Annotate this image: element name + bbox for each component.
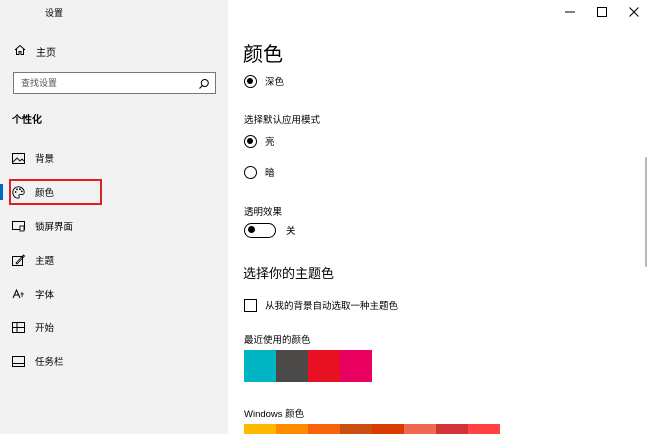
back-button[interactable] — [12, 4, 28, 20]
scrollbar[interactable] — [645, 157, 647, 267]
sidebar-item-fonts[interactable]: 字体 — [0, 279, 228, 309]
lock-screen-icon — [12, 220, 25, 233]
transparency-toggle[interactable] — [244, 222, 276, 238]
theme-icon — [12, 254, 25, 267]
auto-accent-checkbox[interactable]: 从我的背景自动选取一种主题色 — [244, 297, 398, 313]
maximize-icon — [597, 7, 607, 17]
sidebar-item-label: 开始 — [35, 323, 55, 334]
sidebar-item-themes[interactable]: 主题 — [0, 245, 228, 275]
windows-colors-row — [244, 424, 500, 434]
sidebar-item-colors[interactable]: 颜色 — [0, 177, 228, 207]
toggle-state-label: 关 — [286, 226, 296, 237]
app-mode-light-radio[interactable]: 亮 — [244, 133, 275, 149]
color-swatch[interactable] — [436, 424, 468, 434]
search-icon[interactable] — [198, 77, 210, 89]
palette-icon — [12, 185, 25, 199]
sidebar-item-label: 锁屏界面 — [35, 222, 74, 233]
color-swatch[interactable] — [308, 350, 340, 382]
checkbox-label: 从我的背景自动选取一种主题色 — [265, 301, 399, 312]
sidebar-item-label: 颜色 — [35, 188, 55, 199]
recent-colors-row — [244, 350, 372, 382]
main-panel: 颜色 深色 选择默认应用模式 亮 暗 透明效果 关 选择你的主题色 从我的背景自… — [228, 0, 650, 434]
sidebar-item-taskbar[interactable]: 任务栏 — [0, 346, 228, 376]
color-swatch[interactable] — [276, 424, 308, 434]
start-icon — [12, 321, 25, 334]
sidebar-item-label: 主题 — [35, 256, 55, 267]
color-swatch[interactable] — [404, 424, 436, 434]
radio-checked-icon — [244, 74, 257, 88]
color-swatch[interactable] — [468, 424, 500, 434]
minimize-button[interactable] — [554, 0, 586, 24]
sidebar-item-label: 背景 — [35, 154, 55, 165]
transparency-label: 透明效果 — [244, 207, 283, 218]
windows-colors-label: Windows 颜色 — [244, 409, 305, 420]
toggle-knob — [248, 226, 255, 233]
transparency-row: 关 — [244, 222, 296, 238]
color-swatch[interactable] — [340, 350, 372, 382]
taskbar-icon — [12, 355, 25, 368]
sidebar: 设置 主页 个性化 背景 颜色 锁屏界面 主题 — [0, 0, 228, 434]
minimize-icon — [565, 11, 575, 13]
radio-unchecked-icon — [244, 165, 257, 179]
recent-colors-label: 最近使用的颜色 — [244, 335, 311, 346]
app-title: 设置 — [45, 8, 64, 18]
sidebar-item-label: 字体 — [35, 290, 55, 301]
font-icon — [12, 288, 25, 301]
sidebar-item-start[interactable]: 开始 — [0, 312, 228, 342]
mode-dark-radio[interactable]: 深色 — [244, 73, 284, 89]
sidebar-item-label: 任务栏 — [35, 357, 64, 368]
window-controls — [554, 0, 650, 24]
color-swatch[interactable] — [340, 424, 372, 434]
color-swatch[interactable] — [308, 424, 340, 434]
color-swatch[interactable] — [244, 424, 276, 434]
radio-label: 暗 — [265, 168, 275, 179]
sidebar-item-background[interactable]: 背景 — [0, 143, 228, 173]
color-swatch[interactable] — [372, 424, 404, 434]
search-input[interactable] — [14, 73, 215, 93]
picture-icon — [12, 152, 25, 165]
app-mode-dark-radio[interactable]: 暗 — [244, 164, 275, 180]
app-mode-label: 选择默认应用模式 — [244, 115, 321, 126]
accent-heading: 选择你的主题色 — [243, 266, 335, 281]
search-box — [13, 72, 216, 94]
maximize-button[interactable] — [586, 0, 618, 24]
section-header: 个性化 — [12, 115, 42, 126]
radio-label: 深色 — [265, 77, 285, 88]
color-swatch[interactable] — [276, 350, 308, 382]
close-button[interactable] — [618, 0, 650, 24]
checkbox-unchecked-icon — [244, 298, 257, 312]
sidebar-item-label: 主页 — [36, 47, 56, 59]
page-title: 颜色 — [243, 44, 283, 66]
radio-label: 亮 — [265, 137, 275, 148]
sidebar-item-lock-screen[interactable]: 锁屏界面 — [0, 211, 228, 241]
sidebar-item-home[interactable]: 主页 — [14, 42, 56, 60]
close-icon — [629, 7, 639, 17]
color-swatch[interactable] — [244, 350, 276, 382]
home-icon — [14, 44, 26, 59]
radio-checked-icon — [244, 134, 257, 148]
